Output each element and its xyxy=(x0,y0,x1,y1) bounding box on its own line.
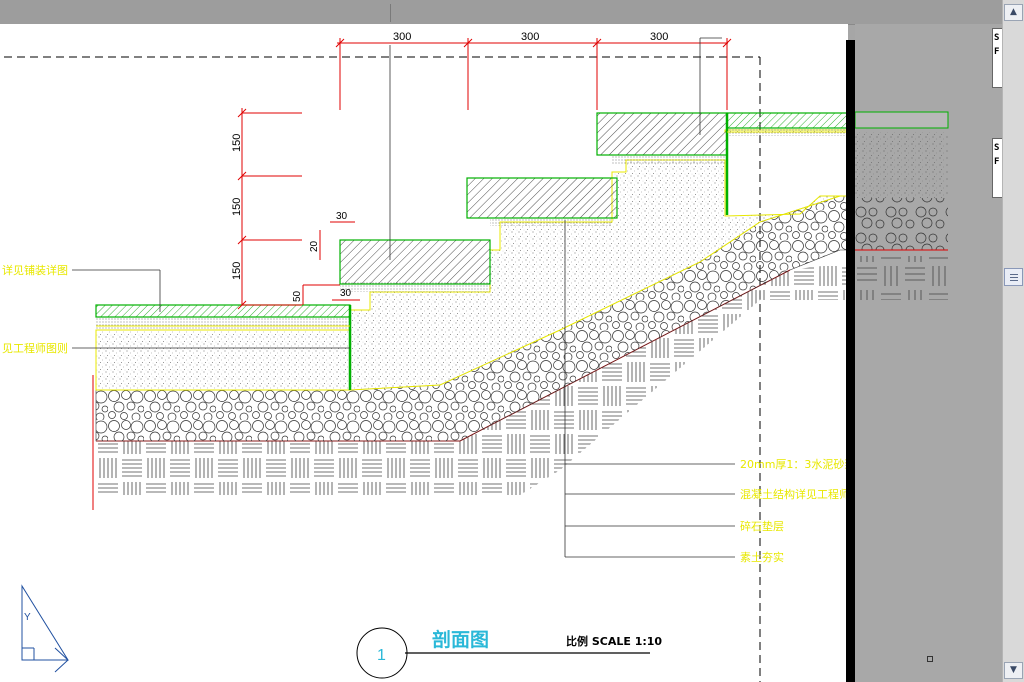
dim-small-2: 20 xyxy=(309,240,320,252)
dim-h-3: 300 xyxy=(650,31,668,43)
dim-small-3: 50 xyxy=(292,290,303,302)
side-label-box-2: SF xyxy=(992,138,1002,198)
scale-label: 比例 SCALE 1:10 xyxy=(566,634,662,648)
side-panel-drawing xyxy=(855,111,949,300)
scroll-thumb[interactable] xyxy=(1004,268,1023,286)
callout-concrete: 混凝土结构详见工程师图则 xyxy=(740,487,848,501)
section-title: 剖面图 xyxy=(432,628,489,651)
side-panel xyxy=(855,24,1002,682)
section-title-block: 1 剖面图 比例 SCALE 1:10 xyxy=(356,627,662,679)
toolbar-area xyxy=(0,0,1024,25)
dim-h-2: 300 xyxy=(521,31,539,43)
vertical-scrollbar[interactable]: ▲ ▼ xyxy=(1002,0,1024,682)
callout-gravel: 碎石垫层 xyxy=(740,519,784,533)
scroll-down-button[interactable]: ▼ xyxy=(1004,662,1023,679)
ucs-y-label: Y xyxy=(24,612,31,623)
dim-small-4: 30 xyxy=(340,288,352,299)
dim-small-1: 30 xyxy=(336,211,348,222)
sheet-frame-edge xyxy=(846,40,855,682)
callout-soil: 素土夯实 xyxy=(740,550,784,564)
section-bubble-number: 1 xyxy=(377,647,386,664)
dim-v-2: 150 xyxy=(231,198,243,216)
drawing-sheet[interactable]: 300 300 300 150 150 150 30 20 50 30 详见铺装… xyxy=(0,24,848,682)
callout-engineer-drawing: 见工程师图则 xyxy=(2,342,68,355)
callout-mortar: 20mm厚1：3水泥砂浆 xyxy=(740,457,848,471)
callout-paving-detail: 详见铺装详图 xyxy=(2,263,68,277)
cad-drawing[interactable]: 300 300 300 150 150 150 30 20 50 30 详见铺装… xyxy=(0,24,848,682)
dim-v-1: 150 xyxy=(231,134,243,152)
grip-square[interactable] xyxy=(927,656,933,662)
ucs-icon: Y xyxy=(21,584,69,673)
toolbar-divider xyxy=(390,4,391,22)
dim-h-1: 300 xyxy=(393,31,411,43)
dim-v-3: 150 xyxy=(231,262,243,280)
scroll-up-button[interactable]: ▲ xyxy=(1004,4,1023,21)
side-label-box-1: SF xyxy=(992,28,1002,88)
